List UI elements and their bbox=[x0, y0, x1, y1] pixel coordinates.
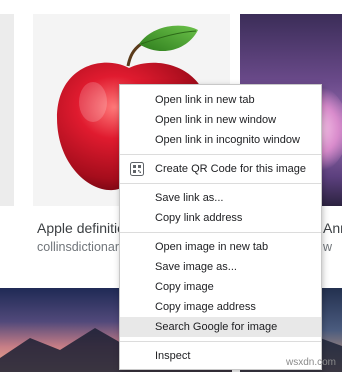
menu-open-link-incognito[interactable]: Open link in incognito window bbox=[120, 130, 321, 150]
menu-copy-link-address[interactable]: Copy link address bbox=[120, 208, 321, 228]
menu-separator bbox=[120, 154, 321, 155]
menu-separator bbox=[120, 232, 321, 233]
menu-search-google-for-image[interactable]: Search Google for image bbox=[120, 317, 321, 337]
menu-separator bbox=[120, 341, 321, 342]
menu-open-link-new-window[interactable]: Open link in new window bbox=[120, 110, 321, 130]
result-title-apple[interactable]: Apple definitio bbox=[37, 220, 125, 236]
image-thumbnail-left[interactable] bbox=[0, 14, 14, 206]
qr-code-icon bbox=[130, 162, 144, 176]
menu-save-image-as[interactable]: Save image as... bbox=[120, 257, 321, 277]
result-source-right[interactable]: w bbox=[323, 240, 332, 254]
result-title-right[interactable]: Ann bbox=[323, 220, 342, 236]
menu-copy-image-address[interactable]: Copy image address bbox=[120, 297, 321, 317]
context-menu: Open link in new tab Open link in new wi… bbox=[119, 84, 322, 370]
result-source-apple[interactable]: collinsdictionar bbox=[37, 240, 119, 254]
menu-save-link-as[interactable]: Save link as... bbox=[120, 188, 321, 208]
menu-create-qr-code[interactable]: Create QR Code for this image bbox=[120, 159, 321, 179]
menu-copy-image[interactable]: Copy image bbox=[120, 277, 321, 297]
watermark: wsxdn.com bbox=[285, 357, 336, 368]
menu-open-image-new-tab[interactable]: Open image in new tab bbox=[120, 237, 321, 257]
menu-separator bbox=[120, 183, 321, 184]
menu-open-link-new-tab[interactable]: Open link in new tab bbox=[120, 90, 321, 110]
menu-create-qr-code-label: Create QR Code for this image bbox=[155, 163, 307, 175]
